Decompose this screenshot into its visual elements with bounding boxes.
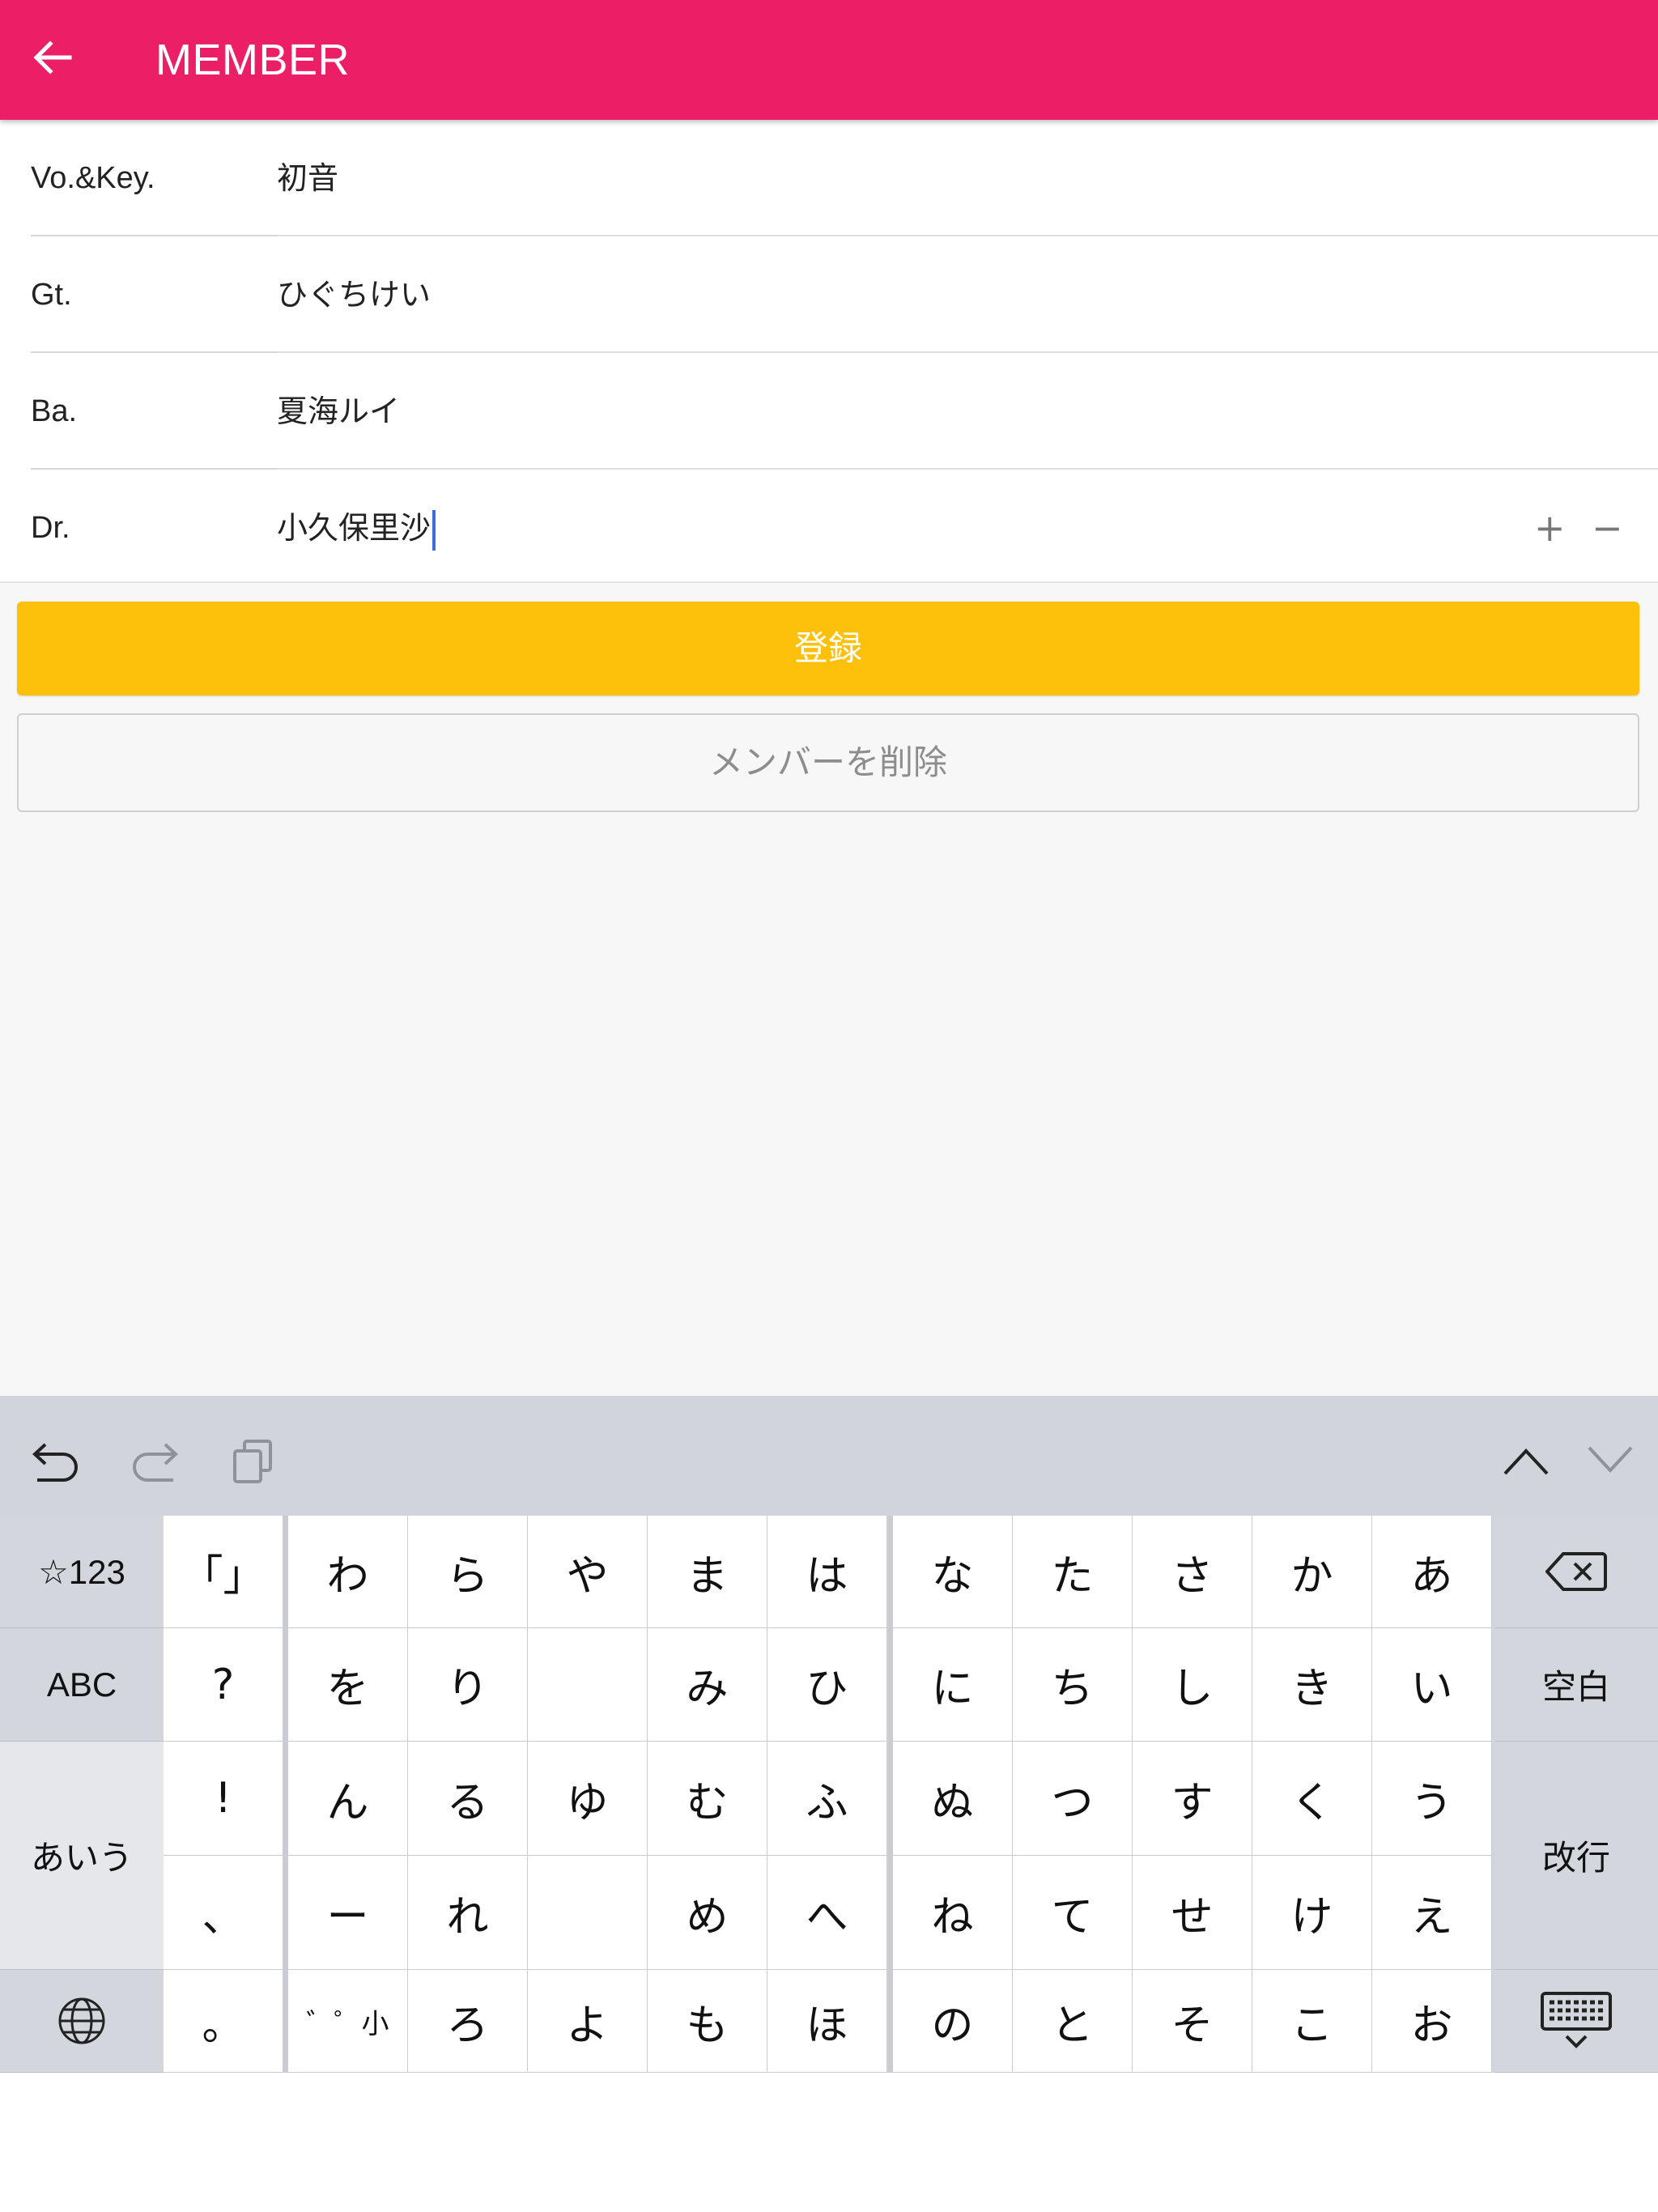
kana-key[interactable]: を: [288, 1628, 408, 1742]
undo-icon[interactable]: [31, 1438, 81, 1485]
kana-key[interactable]: と: [1013, 1970, 1133, 2073]
app-bar: MEMBER: [0, 0, 1658, 120]
kana-key[interactable]: あいう: [0, 1742, 164, 1970]
member-row-active: Dr. 小久保里沙 + −: [0, 470, 1658, 586]
globe-icon: [58, 1997, 105, 2044]
kana-key[interactable]: す: [1133, 1742, 1252, 1856]
kana-key[interactable]: え: [1372, 1856, 1492, 1970]
bottom-area: [0, 2073, 1658, 2212]
kana-key[interactable]: り: [408, 1628, 528, 1742]
key-question[interactable]: ?: [164, 1628, 283, 1742]
kana-key[interactable]: お: [1372, 1970, 1492, 2073]
blank-key: [528, 1628, 648, 1742]
register-button[interactable]: 登録: [17, 602, 1639, 696]
key-comma[interactable]: 、: [164, 1856, 283, 1970]
member-row: Vo.&Key. 初音: [0, 120, 1658, 236]
kana-key[interactable]: ね: [893, 1856, 1013, 1970]
kana-key[interactable]: れ: [408, 1856, 528, 1970]
part-label: Gt.: [31, 278, 72, 312]
kana-key[interactable]: ひ: [767, 1628, 887, 1742]
part-label: Ba.: [31, 394, 78, 428]
numbers-key[interactable]: ☆123: [0, 1516, 164, 1628]
kana-key[interactable]: ほ: [767, 1970, 887, 2073]
part-label: Vo.&Key.: [31, 161, 155, 195]
key-exclaim[interactable]: !: [164, 1742, 283, 1856]
kana-key[interactable]: わ: [288, 1516, 408, 1628]
add-row-button[interactable]: +: [1534, 470, 1566, 586]
kana-key[interactable]: て: [1013, 1856, 1133, 1970]
kana-key[interactable]: に: [893, 1628, 1013, 1742]
kana-key[interactable]: よ: [528, 1970, 648, 2073]
kana-key[interactable]: る: [408, 1742, 528, 1856]
kana-key[interactable]: あ: [1372, 1516, 1492, 1628]
key-brackets[interactable]: 「」: [164, 1516, 283, 1628]
part-label: Dr.: [31, 511, 70, 545]
kana-key[interactable]: ー: [288, 1856, 408, 1970]
kana-key[interactable]: い: [1372, 1628, 1492, 1742]
member-name-input[interactable]: 初音: [277, 120, 338, 236]
kana-key[interactable]: の: [893, 1970, 1013, 2073]
kana-key[interactable]: そ: [1133, 1970, 1252, 2073]
member-name-text: 小久保里沙: [277, 510, 432, 546]
page-title: MEMBER: [155, 36, 351, 84]
keyboard-keys: ☆123 ABC あいう 「」 ? ! 、 。 わをんー゛゜小 らりるれろ やゆよ ま…: [0, 1516, 1658, 2073]
delete-icon: [1545, 1552, 1607, 1591]
enter-key[interactable]: 改行: [1494, 1742, 1658, 1970]
kana-key[interactable]: し: [1133, 1628, 1252, 1742]
kana-key[interactable]: め: [648, 1856, 767, 1970]
kana-key[interactable]: ん: [288, 1742, 408, 1856]
abc-key[interactable]: ABC: [0, 1628, 164, 1742]
member-row: Gt. ひぐちけい: [0, 236, 1658, 353]
member-row: Ba. 夏海ルイ: [0, 353, 1658, 470]
kana-key[interactable]: ら: [408, 1516, 528, 1628]
key-period[interactable]: 。: [164, 1970, 283, 2073]
kana-key[interactable]: う: [1372, 1742, 1492, 1856]
kana-key[interactable]: や: [528, 1516, 648, 1628]
chevron-down-icon[interactable]: [1587, 1444, 1634, 1477]
member-name-input[interactable]: ひぐちけい: [277, 236, 431, 353]
globe-key[interactable]: [0, 1970, 164, 2073]
kana-key[interactable]: も: [648, 1970, 767, 2073]
kana-key[interactable]: た: [1013, 1516, 1133, 1628]
kana-key[interactable]: へ: [767, 1856, 887, 1970]
kana-key[interactable]: ち: [1013, 1628, 1133, 1742]
back-arrow-icon[interactable]: [31, 36, 73, 79]
kana-key[interactable]: み: [648, 1628, 767, 1742]
kana-key[interactable]: ろ: [408, 1970, 528, 2073]
content-background: [0, 583, 1658, 1396]
paste-icon[interactable]: [232, 1438, 275, 1485]
member-name-input-focused[interactable]: 小久保里沙: [277, 470, 436, 586]
text-cursor: [432, 509, 436, 551]
delete-member-button[interactable]: メンバーを削除: [17, 713, 1639, 812]
delete-key[interactable]: [1494, 1516, 1658, 1628]
remove-row-button[interactable]: −: [1592, 470, 1623, 586]
kana-key[interactable]: き: [1252, 1628, 1372, 1742]
kana-key[interactable]: ぬ: [893, 1742, 1013, 1856]
member-form: Vo.&Key. 初音 Gt. ひぐちけい Ba. 夏海ルイ Dr. 小久保里沙…: [0, 120, 1658, 583]
kana-key[interactable]: こ: [1252, 1970, 1372, 2073]
kana-key[interactable]: つ: [1013, 1742, 1133, 1856]
kana-key[interactable]: く: [1252, 1742, 1372, 1856]
kana-key[interactable]: ふ: [767, 1742, 887, 1856]
kana-key[interactable]: は: [767, 1516, 887, 1628]
kana-key[interactable]: ゛゜小: [288, 1970, 408, 2073]
redo-icon[interactable]: [130, 1438, 180, 1485]
chevron-up-icon[interactable]: [1503, 1444, 1550, 1477]
space-key[interactable]: 空白: [1494, 1628, 1658, 1742]
kana-key[interactable]: な: [893, 1516, 1013, 1628]
kana-key[interactable]: け: [1252, 1856, 1372, 1970]
japanese-keyboard: ☆123 ABC あいう 「」 ? ! 、 。 わをんー゛゜小 らりるれろ やゆよ ま…: [0, 1396, 1658, 2073]
hide-keyboard-key[interactable]: [1494, 1970, 1658, 2073]
kana-key[interactable]: せ: [1133, 1856, 1252, 1970]
kana-key[interactable]: む: [648, 1742, 767, 1856]
kana-key[interactable]: さ: [1133, 1516, 1252, 1628]
member-name-input[interactable]: 夏海ルイ: [277, 353, 400, 470]
kana-key[interactable]: か: [1252, 1516, 1372, 1628]
keyboard-hide-icon: [1541, 1992, 1612, 2048]
kana-key[interactable]: ま: [648, 1516, 767, 1628]
kana-key[interactable]: ゆ: [528, 1742, 648, 1856]
blank-key: [528, 1856, 648, 1970]
divider: [0, 581, 1658, 583]
